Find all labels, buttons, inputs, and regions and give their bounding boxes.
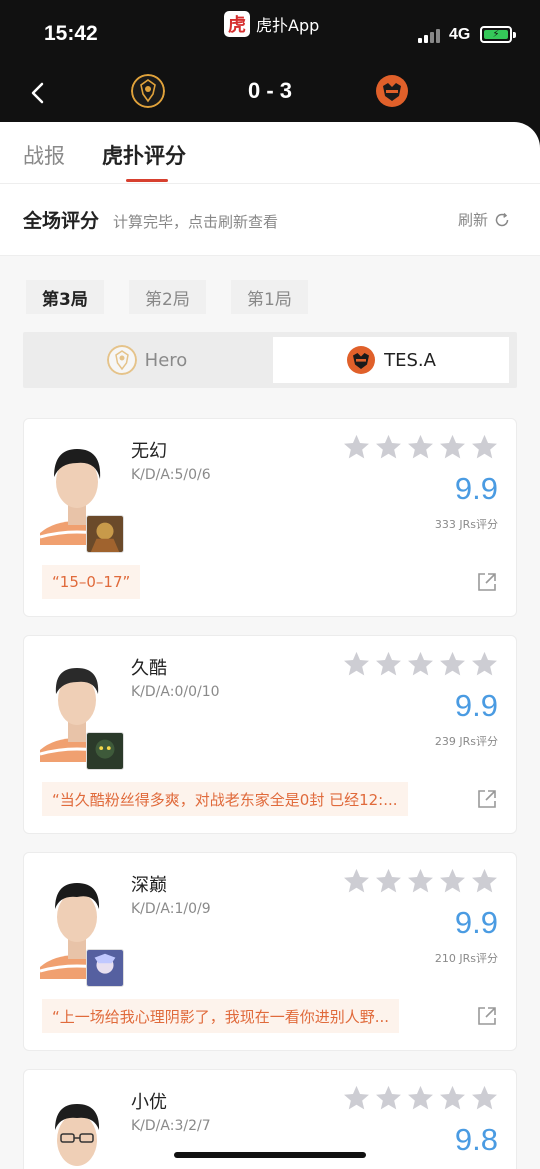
team-hero-logo (106, 345, 137, 375)
tab-active-indicator (126, 179, 168, 182)
star-icon[interactable] (342, 433, 371, 462)
hero-icon (86, 732, 124, 770)
star-icon[interactable] (342, 1084, 371, 1113)
status-time: 15:42 (44, 22, 98, 45)
star-icon[interactable] (438, 867, 467, 896)
back-button[interactable] (22, 78, 52, 108)
refresh-icon (495, 212, 509, 226)
team-name-tes: TES.A (384, 349, 436, 371)
signal-icon (418, 27, 440, 43)
star-icon[interactable] (374, 650, 403, 679)
app-indicator[interactable]: 虎 虎扑App (224, 11, 319, 37)
game-tab-3[interactable]: 第3局 (26, 280, 104, 314)
player-kda: K/D/A:1/0/9 (131, 901, 211, 917)
player-card[interactable]: 久酷 K/D/A:0/0/10 9.9 239 JRs评分 “当久酷粉丝得多爽，… (23, 635, 517, 834)
app-name: 虎扑App (256, 16, 320, 35)
star-icon[interactable] (374, 1084, 403, 1113)
player-name: 无幻 (131, 441, 167, 462)
player-card[interactable]: 深巅 K/D/A:1/0/9 9.9 210 JRs评分 “上一场给我心理阴影了… (23, 852, 517, 1051)
rating-stars[interactable] (342, 867, 499, 896)
star-icon[interactable] (438, 650, 467, 679)
team-toggle-tes[interactable]: TES.A (273, 337, 509, 383)
star-icon[interactable] (470, 1084, 499, 1113)
star-icon[interactable] (438, 433, 467, 462)
player-name: 深巅 (131, 875, 167, 896)
rating-stars[interactable] (342, 433, 499, 462)
refresh-button[interactable]: 刷新 (458, 209, 510, 230)
jr-count: 210 JRs评分 (434, 952, 498, 965)
star-icon[interactable] (438, 1084, 467, 1113)
star-icon[interactable] (470, 650, 499, 679)
team-toggle-hero[interactable]: Hero (23, 337, 271, 383)
app-logo-icon: 虎 (224, 11, 250, 37)
hero-icon (86, 949, 124, 987)
chevron-left-icon (31, 82, 44, 104)
star-icon[interactable] (374, 867, 403, 896)
status-bar: 15:42 虎 虎扑App 4G ⚡ (0, 0, 540, 64)
match-score: 0 - 3 (247, 78, 293, 103)
top-comment[interactable]: “上一场给我心理阴影了，我现在一看你进别人野... (42, 999, 400, 1033)
player-score: 9.8 (454, 1122, 498, 1157)
team-tes-logo[interactable] (375, 74, 409, 108)
player-kda: K/D/A:0/0/10 (131, 684, 220, 700)
network-type: 4G (449, 26, 471, 43)
player-score: 9.9 (454, 688, 498, 723)
player-card[interactable]: 无幻 K/D/A:5/0/6 9.9 333 JRs评分 “15–0–17” (23, 418, 517, 617)
battery-icon: ⚡ (480, 26, 512, 43)
star-icon[interactable] (342, 867, 371, 896)
player-kda: K/D/A:3/2/7 (131, 1118, 211, 1134)
star-icon[interactable] (342, 650, 371, 679)
rating-title: 全场评分 (23, 210, 100, 232)
player-score: 9.9 (454, 471, 498, 506)
player-avatar (40, 1088, 114, 1169)
share-icon[interactable] (476, 1005, 498, 1027)
star-icon[interactable] (406, 433, 435, 462)
top-comment[interactable]: “15–0–17” (42, 565, 141, 599)
star-icon[interactable] (374, 433, 403, 462)
player-name: 久酷 (131, 658, 167, 679)
star-icon[interactable] (470, 867, 499, 896)
player-name: 小优 (131, 1092, 167, 1113)
jr-count: 333 JRs评分 (434, 518, 498, 531)
tab-rating[interactable]: 虎扑评分 (102, 140, 186, 170)
team-hero-logo[interactable] (131, 74, 165, 108)
rating-subtitle: 计算完毕，点击刷新查看 (113, 213, 279, 231)
rating-stars[interactable] (342, 650, 499, 679)
star-icon[interactable] (470, 433, 499, 462)
team-tes-logo (347, 346, 376, 374)
jr-count: 239 JRs评分 (434, 735, 498, 748)
share-icon[interactable] (476, 571, 498, 593)
home-indicator[interactable] (174, 1152, 366, 1158)
game-tab-1[interactable]: 第1局 (231, 280, 308, 314)
top-comment[interactable]: “当久酷粉丝得多爽，对战老东家全是0封 已经12:... (42, 782, 408, 816)
player-kda: K/D/A:5/0/6 (131, 467, 211, 483)
share-icon[interactable] (476, 788, 498, 810)
player-score: 9.9 (454, 905, 498, 940)
star-icon[interactable] (406, 650, 435, 679)
team-name-hero: Hero (144, 349, 188, 371)
star-icon[interactable] (406, 867, 435, 896)
refresh-label: 刷新 (458, 211, 489, 229)
star-icon[interactable] (406, 1084, 435, 1113)
game-tab-2[interactable]: 第2局 (129, 280, 206, 314)
rating-stars[interactable] (342, 1084, 499, 1113)
hero-icon (86, 515, 124, 553)
rating-header: 全场评分 计算完毕，点击刷新查看 刷新 (0, 184, 540, 256)
team-toggle: Hero TES.A (23, 332, 517, 388)
tab-report[interactable]: 战报 (23, 140, 65, 170)
tab-bar: 战报 虎扑评分 (0, 122, 540, 184)
